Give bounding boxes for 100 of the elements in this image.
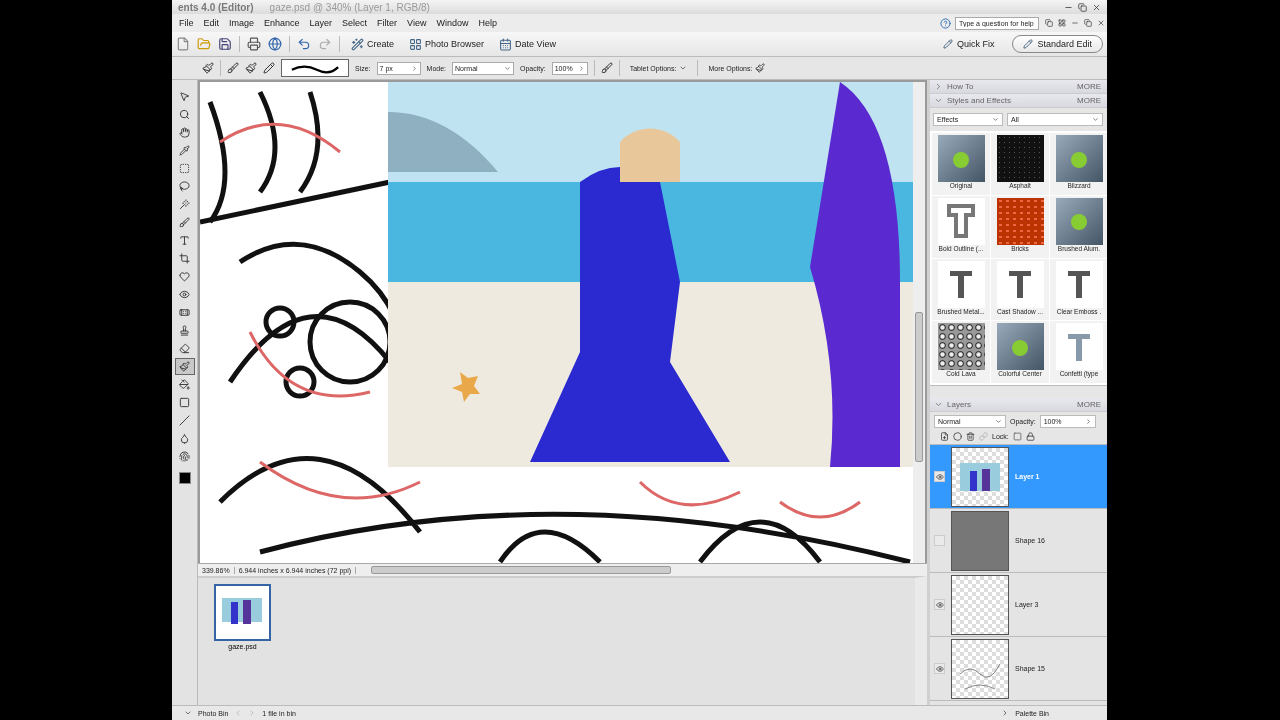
wand-icon — [179, 199, 190, 210]
checkbox-icon[interactable] — [1012, 432, 1022, 441]
letter-thumbnail — [937, 260, 985, 308]
crop-icon — [179, 253, 190, 264]
shortcut-button[interactable]: Create — [347, 37, 398, 51]
lock-icon[interactable] — [1025, 432, 1035, 441]
restore-icon[interactable] — [1078, 2, 1087, 12]
help-icon[interactable] — [940, 17, 951, 29]
vertical-scrollbar[interactable] — [913, 82, 925, 563]
stamp-icon — [179, 325, 190, 336]
restore-icon[interactable] — [1084, 19, 1092, 27]
apple-thumbnail — [1055, 135, 1103, 182]
layers-header[interactable]: Layers MORE — [930, 398, 1107, 412]
letter-thumbnail — [1055, 323, 1103, 371]
selection-brush-icon — [179, 217, 190, 228]
hand-icon — [179, 127, 190, 138]
new-layer-icon[interactable] — [940, 432, 949, 441]
visibility-toggle[interactable] — [934, 471, 945, 482]
letter-thumbnail — [1055, 260, 1103, 308]
marquee-icon — [179, 163, 190, 174]
create-icon — [351, 37, 364, 51]
visibility-toggle[interactable] — [934, 663, 945, 674]
how-to-header[interactable]: How To MORE — [930, 80, 1107, 94]
texture-thumbnail — [996, 135, 1044, 182]
brush-icon — [179, 361, 190, 372]
mode-tab[interactable]: Standard Edit — [1012, 35, 1103, 53]
menu-item[interactable]: Image — [224, 18, 260, 28]
bucket-icon — [179, 379, 190, 390]
lasso-icon — [179, 181, 190, 192]
document-title: gaze.psd @ 340% (Layer 1, RGB/8) — [269, 1, 430, 13]
cascade-icon[interactable] — [1045, 19, 1053, 27]
menu-item[interactable]: Help — [473, 18, 502, 28]
print-icon[interactable] — [247, 37, 261, 51]
globe-icon[interactable] — [268, 37, 282, 51]
pencil-icon[interactable] — [263, 62, 275, 74]
menu-item[interactable]: View — [402, 18, 432, 28]
brush-icon[interactable] — [227, 62, 239, 74]
color-swatch[interactable] — [178, 472, 191, 484]
gradient-icon — [179, 397, 190, 408]
eye-icon — [179, 289, 190, 300]
menu-item[interactable]: Enhance — [259, 18, 305, 28]
apple-thumbnail — [1055, 197, 1103, 245]
menu-item[interactable]: File — [174, 18, 199, 28]
caret-icon — [934, 400, 943, 409]
styles-header[interactable]: Styles and Effects MORE — [930, 94, 1107, 108]
type-icon — [179, 235, 190, 246]
grid-icon[interactable] — [1058, 19, 1066, 27]
circle-icon[interactable] — [953, 432, 962, 441]
apple-thumbnail — [937, 135, 985, 182]
brush-tool[interactable] — [174, 358, 195, 375]
eye-icon — [935, 472, 944, 481]
layer-thumbnail — [951, 638, 1009, 699]
save-icon[interactable] — [218, 37, 232, 51]
browser-icon — [409, 37, 422, 51]
undo-icon[interactable] — [297, 37, 311, 51]
brush-stroke-picker[interactable] — [281, 59, 349, 77]
pencil-icon — [942, 39, 953, 49]
shortcut-button[interactable]: Photo Browser — [405, 37, 489, 51]
caret-icon — [504, 64, 512, 72]
layer-thumbnail — [951, 510, 1009, 571]
menu-item[interactable]: Select — [337, 18, 373, 28]
apple-thumbnail — [996, 323, 1044, 371]
eye-icon — [935, 600, 944, 609]
menu-item[interactable]: Layer — [304, 18, 338, 28]
brush-icon[interactable] — [245, 62, 257, 74]
layer-thumbnail — [951, 446, 1009, 507]
caret-icon — [1092, 116, 1099, 123]
close-icon[interactable] — [1097, 19, 1105, 27]
letter-thumbnail — [937, 197, 985, 245]
menu-item[interactable]: Filter — [372, 18, 403, 28]
sponge-icon — [179, 451, 190, 462]
window-title: ents 4.0 (Editor) — [178, 1, 254, 13]
caret-icon — [995, 418, 1002, 425]
eraser-icon — [179, 343, 190, 354]
layer-thumbnail — [951, 574, 1009, 635]
brush-icon — [755, 63, 766, 73]
menu-item[interactable]: Window — [431, 18, 474, 28]
close-icon[interactable] — [1092, 2, 1101, 12]
airbrush-icon[interactable] — [600, 62, 613, 74]
visibility-toggle[interactable] — [934, 599, 945, 610]
texture-thumbnail — [937, 323, 985, 371]
cookie-icon — [179, 271, 190, 282]
mode-tab[interactable]: Quick Fix — [931, 35, 1006, 53]
menu-item[interactable]: Edit — [198, 18, 225, 28]
trash-icon[interactable] — [966, 432, 975, 441]
new-file-icon[interactable] — [176, 37, 190, 51]
visibility-toggle[interactable] — [934, 535, 945, 546]
pencil-icon — [1023, 39, 1034, 49]
caret-icon — [992, 116, 999, 123]
blur-icon — [179, 433, 190, 444]
letter-thumbnail — [996, 260, 1044, 308]
brush-icon[interactable] — [202, 62, 214, 74]
shortcut-button[interactable]: Date View — [495, 37, 560, 51]
healing-icon — [179, 307, 190, 318]
line-icon — [179, 415, 190, 426]
texture-thumbnail — [996, 197, 1044, 245]
eyedropper-icon — [179, 145, 190, 156]
calendar-icon — [499, 37, 513, 51]
move-icon — [179, 91, 190, 102]
collapse-icon[interactable] — [184, 709, 192, 717]
